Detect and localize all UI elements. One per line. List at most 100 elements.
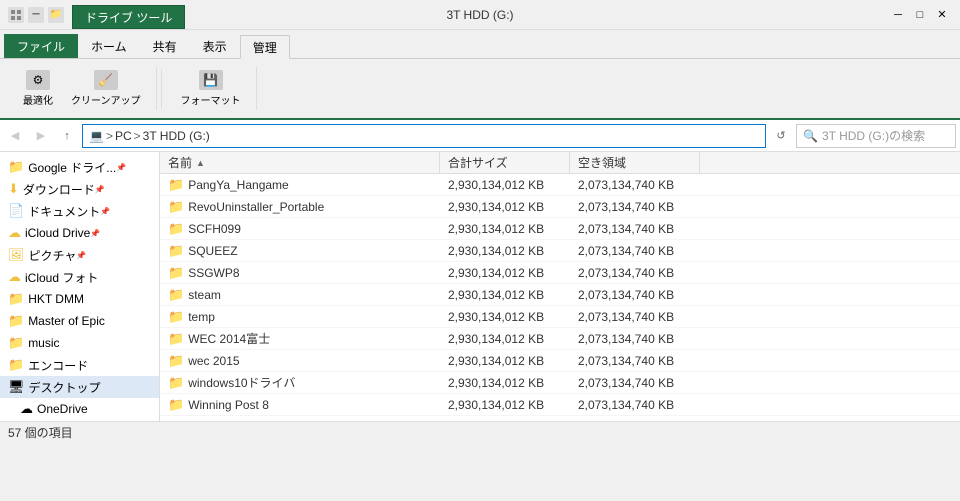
sidebar-item-hkt-dmm[interactable]: 📁 HKT DMM <box>0 288 159 310</box>
file-name: 📁 Winning Post 8 <box>160 397 440 413</box>
cleanup-btn[interactable]: 🧹 クリーンアップ <box>64 67 148 110</box>
file-free: 2,073,134,740 KB <box>570 244 700 258</box>
desktop-icon: 🖥 <box>8 379 25 395</box>
sidebar-item-encode[interactable]: 📁 エンコード <box>0 354 159 376</box>
table-row[interactable]: 📁 SQUEEZ 2,930,134,012 KB 2,073,134,740 … <box>160 240 960 262</box>
table-row[interactable]: 📁 Winning Post 8 2,930,134,012 KB 2,073,… <box>160 394 960 416</box>
close-button[interactable]: ✕ <box>932 5 952 25</box>
folder-icon: 📁 <box>168 265 184 281</box>
tab-file[interactable]: ファイル <box>4 34 78 58</box>
file-name: 📁 SCFH099 <box>160 221 440 237</box>
search-placeholder: 3T HDD (G:)の検索 <box>822 127 925 144</box>
folder-icon: 📁 <box>8 159 24 175</box>
address-path[interactable]: 💻 > PC > 3T HDD (G:) <box>82 124 766 148</box>
file-size: 2,930,134,012 KB <box>440 420 570 422</box>
up-button[interactable]: ↑ <box>56 125 78 147</box>
pin-icon: 📌 <box>100 207 110 216</box>
format-btn[interactable]: 💾 フォーマット <box>174 67 248 110</box>
file-name: 📁 windows10ドライバ <box>160 374 440 391</box>
quick-access-icon[interactable]: ─ <box>28 7 44 23</box>
table-row[interactable]: 📁 SCFH099 2,930,134,012 KB 2,073,134,740… <box>160 218 960 240</box>
tab-manage[interactable]: 管理 <box>240 35 290 59</box>
folder-icon: 📁 <box>168 177 184 193</box>
table-row[interactable]: 📁 WEC 2014富士 2,930,134,012 KB 2,073,134,… <box>160 328 960 350</box>
folder-icon: ⬇ <box>8 181 19 197</box>
folder-icon: 📁 <box>168 243 184 259</box>
ribbon: ファイル ホーム 共有 表示 管理 ⚙ 最適化 🧹 クリーンアップ 💾 フォーマ… <box>0 30 960 120</box>
sidebar-label: music <box>28 336 59 350</box>
sidebar-item-master-of-epic[interactable]: 📁 Master of Epic <box>0 310 159 332</box>
search-box[interactable]: 🔍 3T HDD (G:)の検索 <box>796 124 956 148</box>
file-size: 2,930,134,012 KB <box>440 332 570 346</box>
tab-home[interactable]: ホーム <box>78 34 140 58</box>
cloud-icon: ☁ <box>8 269 21 285</box>
sidebar: 📁 Google ドライ... 📌 ⬇ ダウンロード 📌 📄 ドキュメント 📌 … <box>0 152 160 421</box>
folder-icon: 📁 <box>168 199 184 215</box>
drive-tools-tab[interactable]: ドライブ ツール <box>72 5 185 29</box>
file-size: 2,930,134,012 KB <box>440 244 570 258</box>
table-row[interactable]: 📁 windows10ドライバ 2,930,134,012 KB 2,073,1… <box>160 372 960 394</box>
table-row[interactable]: 📁 SSGWP8 2,930,134,012 KB 2,073,134,740 … <box>160 262 960 284</box>
folder-icon: 📁 <box>168 397 184 413</box>
table-row[interactable]: 📁 wec 2015 2,930,134,012 KB 2,073,134,74… <box>160 350 960 372</box>
file-free: 2,073,134,740 KB <box>570 288 700 302</box>
divider <box>161 69 162 109</box>
tab-share[interactable]: 共有 <box>140 34 190 58</box>
sidebar-item-pictures[interactable]: 🖼 ピクチャ 📌 <box>0 244 159 266</box>
file-free: 2,073,134,740 KB <box>570 420 700 422</box>
folder-icon: 📁 <box>8 291 24 307</box>
sidebar-label: iCloud Drive <box>25 226 90 240</box>
file-free: 2,073,134,740 KB <box>570 200 700 214</box>
table-row[interactable]: 📁 PangYa_Hangame 2,930,134,012 KB 2,073,… <box>160 174 960 196</box>
file-free: 2,073,134,740 KB <box>570 354 700 368</box>
sidebar-item-icloud-photos[interactable]: ☁ iCloud フォト <box>0 266 159 288</box>
col-header-free[interactable]: 空き領域 <box>570 152 700 173</box>
table-row[interactable]: 📁 steam 2,930,134,012 KB 2,073,134,740 K… <box>160 284 960 306</box>
sidebar-item-desktop[interactable]: 🖥 デスクトップ <box>0 376 159 398</box>
onedrive-icon: ☁ <box>20 401 33 417</box>
folder-icon: 📁 <box>48 7 64 23</box>
pin-icon: 📌 <box>95 185 105 194</box>
table-row[interactable]: 📁 temp 2,930,134,012 KB 2,073,134,740 KB <box>160 306 960 328</box>
file-free: 2,073,134,740 KB <box>570 222 700 236</box>
sidebar-item-nama[interactable]: 👤 nama <box>0 420 159 421</box>
file-size: 2,930,134,012 KB <box>440 376 570 390</box>
sidebar-item-documents[interactable]: 📄 ドキュメント 📌 <box>0 200 159 222</box>
sidebar-item-music[interactable]: 📁 music <box>0 332 159 354</box>
folder-icon: 📁 <box>168 353 184 369</box>
ribbon-group-format: 💾 フォーマット <box>166 67 257 110</box>
file-name: 📁 PangYa_Hangame <box>160 177 440 193</box>
optimize-btn[interactable]: ⚙ 最適化 <box>16 67 60 110</box>
sidebar-label: デスクトップ <box>29 379 101 396</box>
table-row[interactable]: 📁 RevoUninstaller_Portable 2,930,134,012… <box>160 196 960 218</box>
sidebar-item-onedrive[interactable]: ☁ OneDrive <box>0 398 159 420</box>
forward-button[interactable]: ▶ <box>30 125 52 147</box>
minimize-button[interactable]: ─ <box>888 5 908 25</box>
file-name: 📁 SQUEEZ <box>160 243 440 259</box>
file-size: 2,930,134,012 KB <box>440 310 570 324</box>
cleanup-icon: 🧹 <box>94 70 118 90</box>
col-header-name[interactable]: 名前 ▲ <box>160 152 440 173</box>
col-header-size[interactable]: 合計サイズ <box>440 152 570 173</box>
sidebar-item-icloud-drive[interactable]: ☁ iCloud Drive 📌 <box>0 222 159 244</box>
back-button[interactable]: ◀ <box>4 125 26 147</box>
format-icon: 💾 <box>199 70 223 90</box>
sidebar-label: ドキュメント <box>28 203 100 220</box>
filelist: 名前 ▲ 合計サイズ 空き領域 📁 PangYa_Hangame 2,930,1… <box>160 152 960 421</box>
tab-view[interactable]: 表示 <box>190 34 240 58</box>
sidebar-item-downloads[interactable]: ⬇ ダウンロード 📌 <box>0 178 159 200</box>
folder-icon: 📁 <box>168 419 184 422</box>
sidebar-item-google-drive[interactable]: 📁 Google ドライ... 📌 <box>0 156 159 178</box>
file-name: 📁 WEC 2014富士 <box>160 330 440 347</box>
table-row[interactable]: 📁 XMedia Recode 2,930,134,012 KB 2,073,1… <box>160 416 960 421</box>
sidebar-label: iCloud フォト <box>25 269 98 286</box>
window-controls: ─ □ ✕ <box>888 5 952 25</box>
file-size: 2,930,134,012 KB <box>440 354 570 368</box>
refresh-button[interactable]: ↺ <box>770 125 792 147</box>
main-area: 📁 Google ドライ... 📌 ⬇ ダウンロード 📌 📄 ドキュメント 📌 … <box>0 152 960 421</box>
sidebar-label: ピクチャ <box>29 247 77 264</box>
maximize-button[interactable]: □ <box>910 5 930 25</box>
cloud-icon: ☁ <box>8 225 21 241</box>
file-free: 2,073,134,740 KB <box>570 266 700 280</box>
ribbon-group-tools: ⚙ 最適化 🧹 クリーンアップ <box>8 67 157 110</box>
